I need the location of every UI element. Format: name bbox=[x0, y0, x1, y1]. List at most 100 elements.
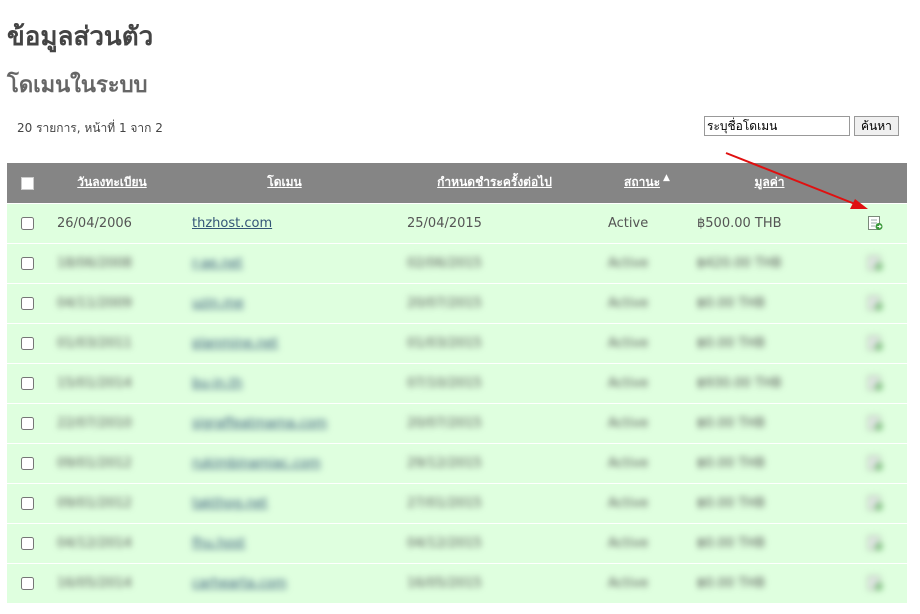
row-checkbox[interactable] bbox=[20, 456, 34, 470]
view-details-icon[interactable] bbox=[867, 415, 883, 431]
domain-link[interactable]: thzhost.com bbox=[192, 216, 272, 231]
view-details-icon[interactable] bbox=[867, 255, 883, 271]
domain-link[interactable]: planmine.net bbox=[192, 336, 278, 351]
status-cell: Active bbox=[608, 415, 649, 431]
reg-date-cell: 18/06/2008 bbox=[57, 255, 132, 271]
domains-table: วันลงทะเบียน โดเมน กำหนดชำระครั้งต่อไป ส… bbox=[7, 163, 907, 603]
table-row: 09/01/2012 rukimbinamiac.com 29/12/2015 … bbox=[7, 443, 907, 483]
row-action-cell bbox=[842, 563, 907, 603]
row-select-cell bbox=[7, 323, 47, 363]
select-all-checkbox[interactable] bbox=[20, 176, 34, 190]
price-cell: ฿930.00 THB bbox=[697, 375, 782, 391]
status-cell: Active bbox=[608, 215, 649, 231]
domain-link[interactable]: takthog.net bbox=[192, 496, 268, 511]
header-status: สถานะ ▲ bbox=[597, 163, 697, 203]
row-action-cell bbox=[842, 243, 907, 283]
status-cell: Active bbox=[608, 455, 649, 471]
price-cell: ฿500.00 THB bbox=[697, 215, 782, 231]
reg-date-cell: 04/11/2009 bbox=[57, 295, 132, 311]
price-cell: ฿0.00 THB bbox=[697, 535, 765, 551]
domain-link[interactable]: sigraffeatmama.com bbox=[192, 416, 327, 431]
price-cell: ฿0.00 THB bbox=[697, 455, 765, 471]
domain-link[interactable]: fhu.host bbox=[192, 536, 245, 551]
view-details-icon[interactable] bbox=[867, 455, 883, 471]
status-cell: Active bbox=[608, 535, 649, 551]
section-title: โดเมนในระบบ bbox=[7, 73, 148, 98]
reg-date-cell: 04/12/2014 bbox=[57, 535, 132, 551]
status-cell: Active bbox=[608, 575, 649, 591]
domain-link[interactable]: uzin.me bbox=[192, 296, 244, 311]
sort-by-status-link[interactable]: สถานะ bbox=[624, 175, 660, 189]
domain-cell: fhu.host bbox=[177, 523, 392, 563]
status-cell: Active bbox=[608, 375, 649, 391]
table-row: 09/01/2012 takthog.net 27/01/2015 Active… bbox=[7, 483, 907, 523]
status-cell: Active bbox=[608, 295, 649, 311]
domain-link[interactable]: r-ae.net bbox=[192, 256, 243, 271]
row-action-cell bbox=[842, 483, 907, 523]
row-checkbox[interactable] bbox=[20, 256, 34, 270]
status-cell: Active bbox=[608, 335, 649, 351]
next-due-cell: 16/05/2015 bbox=[407, 575, 482, 591]
domain-cell: planmine.net bbox=[177, 323, 392, 363]
page-title: ข้อมูลส่วนตัว bbox=[7, 22, 154, 52]
reg-date-cell: 09/01/2012 bbox=[57, 495, 132, 511]
status-cell: Active bbox=[608, 495, 649, 511]
price-cell: ฿0.00 THB bbox=[697, 335, 765, 351]
domain-cell: bu-in.th bbox=[177, 363, 392, 403]
reg-date-cell: 15/01/2014 bbox=[57, 375, 132, 391]
row-select-cell bbox=[7, 563, 47, 603]
domain-link[interactable]: carhearta.com bbox=[192, 576, 287, 591]
domain-link[interactable]: bu-in.th bbox=[192, 376, 243, 391]
domain-cell: r-ae.net bbox=[177, 243, 392, 283]
view-details-icon[interactable] bbox=[867, 495, 883, 511]
table-row: 26/04/2006 thzhost.com 25/04/2015 Active… bbox=[7, 203, 907, 243]
view-details-icon[interactable] bbox=[867, 215, 883, 231]
domain-cell: uzin.me bbox=[177, 283, 392, 323]
row-action-cell bbox=[842, 323, 907, 363]
row-action-cell bbox=[842, 283, 907, 323]
price-cell: ฿0.00 THB bbox=[697, 575, 765, 591]
row-checkbox[interactable] bbox=[20, 216, 34, 230]
header-domain: โดเมน bbox=[177, 163, 392, 203]
table-row: 16/05/2014 carhearta.com 16/05/2015 Acti… bbox=[7, 563, 907, 603]
domain-cell: carhearta.com bbox=[177, 563, 392, 603]
table-row: 18/06/2008 r-ae.net 02/06/2015 Active ฿4… bbox=[7, 243, 907, 283]
sort-by-domain-link[interactable]: โดเมน bbox=[267, 175, 301, 189]
header-next-due: กำหนดชำระครั้งต่อไป bbox=[392, 163, 597, 203]
row-select-cell bbox=[7, 363, 47, 403]
view-details-icon[interactable] bbox=[867, 535, 883, 551]
search-button[interactable]: ค้นหา bbox=[854, 116, 899, 136]
next-due-cell: 20/07/2015 bbox=[407, 415, 482, 431]
sort-by-price-link[interactable]: มูลค่า bbox=[754, 175, 784, 189]
sort-by-next-due-link[interactable]: กำหนดชำระครั้งต่อไป bbox=[437, 175, 552, 189]
domain-link[interactable]: rukimbinamiac.com bbox=[192, 456, 321, 471]
domain-cell: rukimbinamiac.com bbox=[177, 443, 392, 483]
sort-by-reg-date-link[interactable]: วันลงทะเบียน bbox=[77, 175, 146, 189]
row-checkbox[interactable] bbox=[20, 376, 34, 390]
view-details-icon[interactable] bbox=[867, 295, 883, 311]
view-details-icon[interactable] bbox=[867, 375, 883, 391]
domain-search-input[interactable] bbox=[704, 116, 850, 136]
row-checkbox[interactable] bbox=[20, 296, 34, 310]
row-action-cell bbox=[842, 443, 907, 483]
price-cell: ฿0.00 THB bbox=[697, 295, 765, 311]
row-checkbox[interactable] bbox=[20, 576, 34, 590]
next-due-cell: 27/01/2015 bbox=[407, 495, 482, 511]
next-due-cell: 20/07/2015 bbox=[407, 295, 482, 311]
domain-cell: sigraffeatmama.com bbox=[177, 403, 392, 443]
view-details-icon[interactable] bbox=[867, 335, 883, 351]
row-action-cell bbox=[842, 203, 907, 243]
price-cell: ฿420.00 THB bbox=[697, 255, 782, 271]
view-details-icon[interactable] bbox=[867, 575, 883, 591]
next-due-cell: 04/12/2015 bbox=[407, 535, 482, 551]
row-select-cell bbox=[7, 243, 47, 283]
row-checkbox[interactable] bbox=[20, 336, 34, 350]
row-checkbox[interactable] bbox=[20, 416, 34, 430]
row-select-cell bbox=[7, 403, 47, 443]
row-checkbox[interactable] bbox=[20, 536, 34, 550]
header-price: มูลค่า bbox=[697, 163, 842, 203]
row-select-cell bbox=[7, 283, 47, 323]
row-select-cell bbox=[7, 203, 47, 243]
result-count-info: 20 รายการ, หน้าที่ 1 จาก 2 bbox=[17, 121, 163, 135]
row-checkbox[interactable] bbox=[20, 496, 34, 510]
